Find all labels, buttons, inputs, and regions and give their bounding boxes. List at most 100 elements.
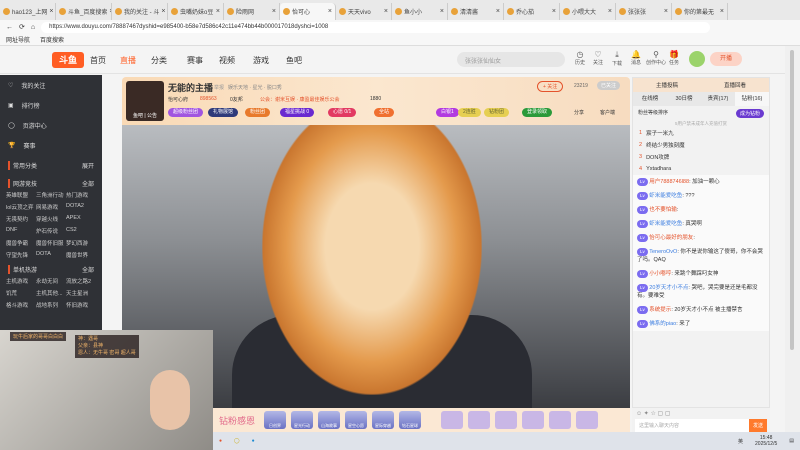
nav-live[interactable]: 直播	[120, 55, 136, 66]
browser-tab[interactable]: 鱼小小 ×	[392, 3, 448, 20]
nav-games[interactable]: 游戏	[253, 55, 269, 66]
browser-tab[interactable]: 险雨网 ×	[224, 3, 280, 20]
edge-icon[interactable]: ●	[252, 438, 255, 444]
history-button[interactable]: ◷ 历史	[572, 50, 588, 66]
reload-icon[interactable]: ⟳	[19, 23, 25, 31]
browser-tab[interactable]: 乔心茄 ×	[504, 3, 560, 20]
sidebar-item-webgames[interactable]: ◯ 页游中心	[0, 115, 102, 135]
streamer-avatar[interactable]: 鱼吧 | 公告	[126, 81, 164, 121]
rank-row[interactable]: 1 宸子一米九	[633, 127, 769, 139]
category-link[interactable]: 主机游戏	[6, 277, 36, 285]
followed-button[interactable]: 已关注	[597, 81, 621, 90]
category-link[interactable]: 热门游戏	[66, 191, 96, 199]
send-button[interactable]: 发送	[748, 419, 767, 432]
category-link[interactable]: CS2	[66, 227, 96, 235]
category-link[interactable]: 怀旧游戏	[66, 301, 96, 309]
pill-fan-club[interactable]: 粉丝团	[245, 108, 271, 117]
backpack-item[interactable]	[522, 411, 545, 429]
douyu-logo[interactable]: 斗鱼	[52, 52, 84, 68]
gift-item[interactable]: 日创界	[264, 411, 287, 429]
close-tab-icon[interactable]: ×	[720, 8, 724, 15]
browser-tab[interactable]: 怡可心 ×	[280, 3, 336, 20]
share-button[interactable]: 分享	[574, 109, 584, 116]
browser-tab[interactable]: 清清酱 ×	[448, 3, 504, 20]
pill-silver[interactable]: 白银1	[436, 108, 459, 117]
gift-item[interactable]: 星光行动	[291, 411, 314, 429]
page-scrollbar[interactable]	[785, 46, 800, 432]
report-link[interactable]: 举报	[214, 84, 224, 91]
category-link[interactable]: 穿越火线	[36, 215, 66, 223]
browser-tab[interactable]: 你的第最无 ×	[672, 3, 728, 20]
category-link[interactable]: 英雄联盟	[6, 191, 36, 199]
close-tab-icon[interactable]: ×	[664, 8, 668, 15]
chat-username[interactable]: 虾米能爱吃鱼	[649, 193, 682, 199]
close-tab-icon[interactable]: ×	[552, 8, 556, 15]
rank-row[interactable]: 3 DON攻牌	[633, 151, 769, 163]
category-link[interactable]: 天主星洲	[66, 289, 96, 297]
see-all-link[interactable]: 全部	[82, 179, 94, 188]
category-link[interactable]: 主机其他...	[36, 289, 66, 297]
expand-link[interactable]: 展开	[82, 161, 94, 170]
chat-username[interactable]: TeneroOvO	[649, 249, 677, 255]
user-avatar[interactable]	[689, 51, 705, 67]
browser-tab[interactable]: 我的关注 - 斗 ×	[112, 3, 168, 20]
see-all-link[interactable]: 全部	[82, 265, 94, 274]
messages-button[interactable]: 🔔 消息	[628, 50, 644, 66]
category-link[interactable]: DOTA2	[66, 203, 96, 211]
close-tab-icon[interactable]: ×	[384, 8, 388, 15]
close-tab-icon[interactable]: ×	[161, 8, 165, 15]
category-link[interactable]: 炉石传说	[36, 227, 66, 235]
nav-category[interactable]: 分类	[151, 55, 167, 66]
category-link[interactable]: 格斗游戏	[6, 301, 36, 309]
close-tab-icon[interactable]: ×	[216, 8, 220, 15]
tab-vip[interactable]: 贵宾(17)	[701, 92, 735, 106]
close-tab-icon[interactable]: ×	[49, 8, 53, 15]
gift-item[interactable]: 钻石星球	[399, 411, 422, 429]
start-live-button[interactable]: 开播	[710, 52, 742, 66]
chat-username[interactable]: 系统提示	[649, 307, 671, 313]
bookmark-1[interactable]: 百度搜索	[40, 35, 64, 44]
close-tab-icon[interactable]: ×	[496, 8, 500, 15]
sidebar-item-following[interactable]: ♡ 我的关注	[0, 75, 102, 95]
category-link[interactable]: 魔兽争霸	[6, 239, 36, 247]
category-link[interactable]: 战地系列	[36, 301, 66, 309]
search-input[interactable]: 张张张仙仙女	[457, 52, 565, 67]
browser-tab[interactable]: 小喂大大 ×	[560, 3, 616, 20]
back-icon[interactable]: ←	[6, 24, 13, 31]
browser-tab[interactable]: 张张张 ×	[616, 3, 672, 20]
close-tab-icon[interactable]: ×	[608, 8, 612, 15]
nav-home[interactable]: 首页	[90, 55, 106, 66]
nav-video[interactable]: 视频	[219, 55, 235, 66]
nav-fishbar[interactable]: 鱼吧	[286, 55, 302, 66]
browser-tab[interactable]: 天天vivo ×	[336, 3, 392, 20]
download-button[interactable]: ⤓ 下载	[609, 50, 625, 67]
category-link[interactable]: APEX	[66, 215, 96, 223]
guild-label[interactable]: 公会：谢米互娱 · 康盈最佳娱乐公会	[260, 96, 339, 103]
category-link[interactable]: 梦幻西游	[66, 239, 96, 247]
category-link[interactable]: 三角洲行动	[36, 191, 66, 199]
backpack-item[interactable]	[495, 411, 518, 429]
category-breadcrumb[interactable]: 娱乐天地 · 星光 · 脱口秀	[228, 84, 282, 91]
pill-challenge[interactable]: 福星挑战 0	[280, 108, 315, 117]
pill-site[interactable]: 全站	[374, 108, 395, 117]
tab-online[interactable]: 在线榜	[633, 92, 667, 106]
close-tab-icon[interactable]: ×	[272, 8, 276, 15]
chat-username[interactable]: 也不要怕输	[649, 207, 677, 213]
creator-center-button[interactable]: ⚲ 创作中心	[645, 50, 667, 66]
backpack-item[interactable]	[441, 411, 464, 429]
app-icon[interactable]: ◯	[234, 438, 240, 444]
nav-esports[interactable]: 赛事	[187, 55, 203, 66]
chat-username[interactable]: 20岁天才小不点	[649, 285, 688, 291]
streamer-submissions-link[interactable]: 主播投稿	[656, 81, 678, 89]
category-link[interactable]: DNF	[6, 227, 36, 235]
category-link[interactable]: 流放之路2	[66, 277, 96, 285]
follow-button[interactable]: ♡ 关注	[590, 50, 606, 66]
pill-login-reward[interactable]: 登录领取	[522, 108, 553, 117]
become-fan-button[interactable]: 成为钻粉	[735, 109, 764, 118]
chat-username[interactable]: 用户7888746l88	[649, 179, 689, 185]
rank-row[interactable]: 2 终结少男独刻魔	[633, 139, 769, 151]
category-link[interactable]: DOTA	[36, 251, 66, 259]
category-link[interactable]: 无畏契约	[6, 215, 36, 223]
backpack-item[interactable]	[549, 411, 572, 429]
home-icon[interactable]: ⌂	[31, 24, 35, 31]
